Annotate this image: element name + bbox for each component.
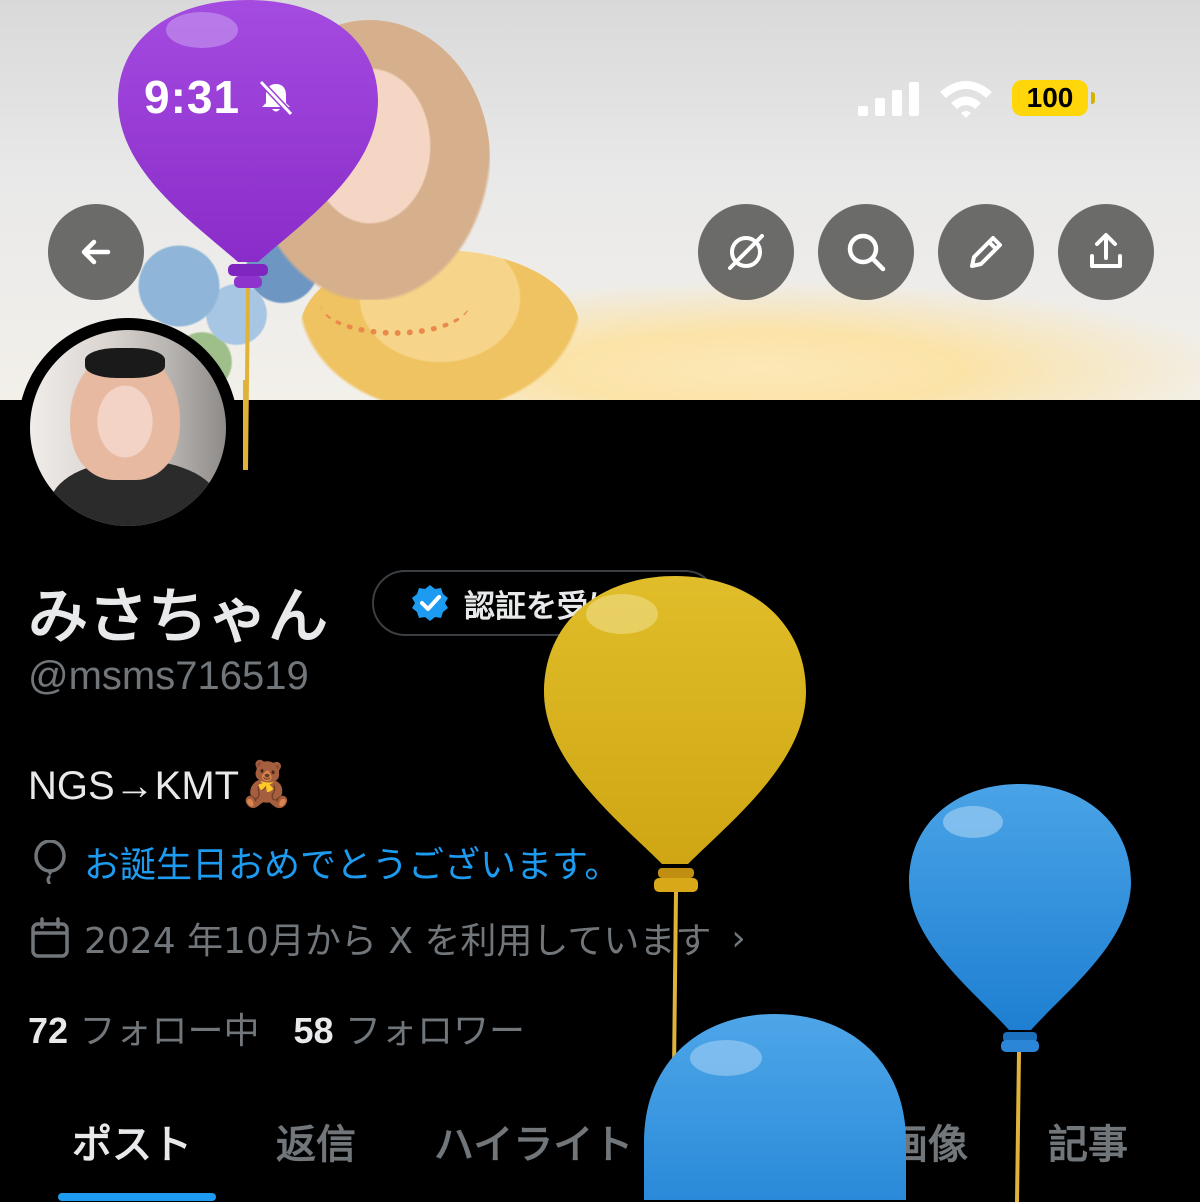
search-button[interactable] [818,204,914,300]
search-icon [847,233,886,272]
tab-replies[interactable]: 返信 [276,1112,356,1170]
calendar-icon [31,917,69,958]
grok-button[interactable] [698,204,794,300]
tab-highlights[interactable]: ハイライト [434,1112,633,1170]
wifi-icon [940,81,992,118]
share-icon [1090,233,1122,268]
blue-balloon-right [909,784,1131,1202]
avatar-photo [30,330,226,526]
avatar-bow [85,348,165,378]
followers-count: 58 [293,1010,334,1051]
user-handle: @msms716519 [28,654,309,698]
following-link[interactable]: 72 フォロー中 [28,1010,260,1052]
bio: NGS→KMT🧸 [28,758,294,810]
birthday-row: お誕生日おめでとうございます。 [30,836,620,888]
follow-stats: 72 フォロー中 58 フォロワー [28,1002,525,1054]
followers-label: フォロワー [345,1011,526,1052]
share-button[interactable] [1058,204,1154,300]
bio-text: NGS→KMT [28,764,240,808]
battery-indicator: 100 [1012,80,1095,116]
edit-pencil-icon [970,236,1002,268]
teddy-bear-emoji: 🧸 [239,760,294,809]
following-label: フォロー中 [79,1011,260,1052]
cellular-signal-icon [858,82,919,116]
blue-balloon-bottom [644,1014,906,1200]
grok-icon [728,234,764,270]
status-time: 9:31 [144,71,241,123]
back-button[interactable] [48,204,144,300]
display-name: みさちゃん [28,582,328,652]
bell-slash-icon [258,79,294,117]
avatar[interactable] [18,318,238,538]
purple-balloon-string [243,380,247,470]
balloon-icon [34,840,66,884]
back-arrow-icon [81,239,111,265]
tab-posts[interactable]: ポスト [72,1112,192,1170]
edit-profile-button[interactable] [938,204,1034,300]
followers-link[interactable]: 58 フォロワー [293,1010,526,1052]
following-count: 72 [28,1010,69,1051]
yellow-balloon [544,576,806,1071]
verified-badge-icon [412,585,448,621]
